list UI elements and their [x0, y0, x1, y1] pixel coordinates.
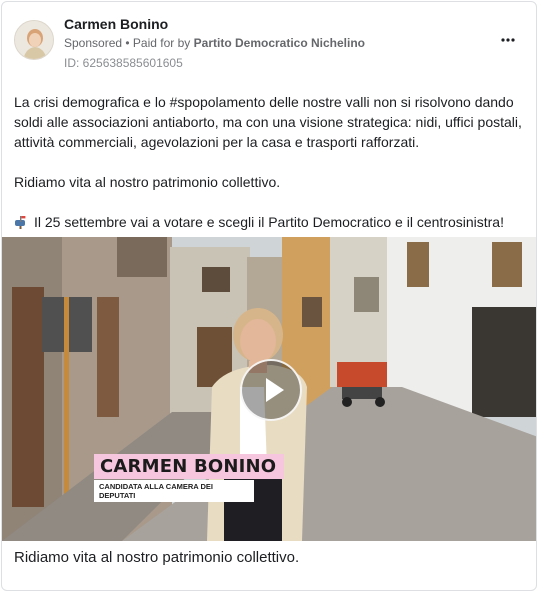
paid-for-prefix: • Paid for by — [125, 36, 191, 50]
video-caption: Ridiamo vita al nostro patrimonio collet… — [14, 549, 300, 566]
paragraph-3-text: Il 25 settembre vai a votare e scegli il… — [34, 214, 504, 230]
paid-for-name[interactable]: Partito Democratico Nichelino — [194, 36, 365, 50]
author-name[interactable]: Carmen Bonino — [64, 16, 168, 32]
lower-third: CARMEN BONINO CANDIDATA ALLA CAMERA DEI … — [94, 454, 285, 502]
paragraph-1: La crisi demografica e lo #spopolamento … — [14, 94, 522, 150]
overlay-name: CARMEN BONINO — [94, 454, 285, 479]
avatar[interactable] — [14, 20, 54, 60]
overlay-role: CANDIDATA ALLA CAMERA DEI DEPUTATI — [94, 480, 254, 502]
video-player[interactable]: CARMEN BONINO CANDIDATA ALLA CAMERA DEI … — [2, 237, 536, 541]
paragraph-3: Il 25 settembre vai a votare e scegli il… — [14, 212, 526, 234]
post-text: La crisi demografica e lo #spopolamento … — [14, 92, 526, 234]
paragraph-2: Ridiamo vita al nostro patrimonio collet… — [14, 174, 281, 190]
ad-id: ID: 625638585601605 — [64, 56, 183, 70]
ad-card: Carmen Bonino Sponsored • Paid for by Pa… — [1, 1, 537, 591]
sponsored-label: Sponsored — [64, 36, 123, 50]
more-options-icon[interactable] — [498, 30, 518, 50]
mailbox-icon — [14, 214, 28, 234]
post-header: Carmen Bonino Sponsored • Paid for by Pa… — [2, 2, 536, 82]
sponsor-line: Sponsored • Paid for by Partito Democrat… — [64, 36, 365, 50]
play-button[interactable] — [240, 359, 302, 421]
